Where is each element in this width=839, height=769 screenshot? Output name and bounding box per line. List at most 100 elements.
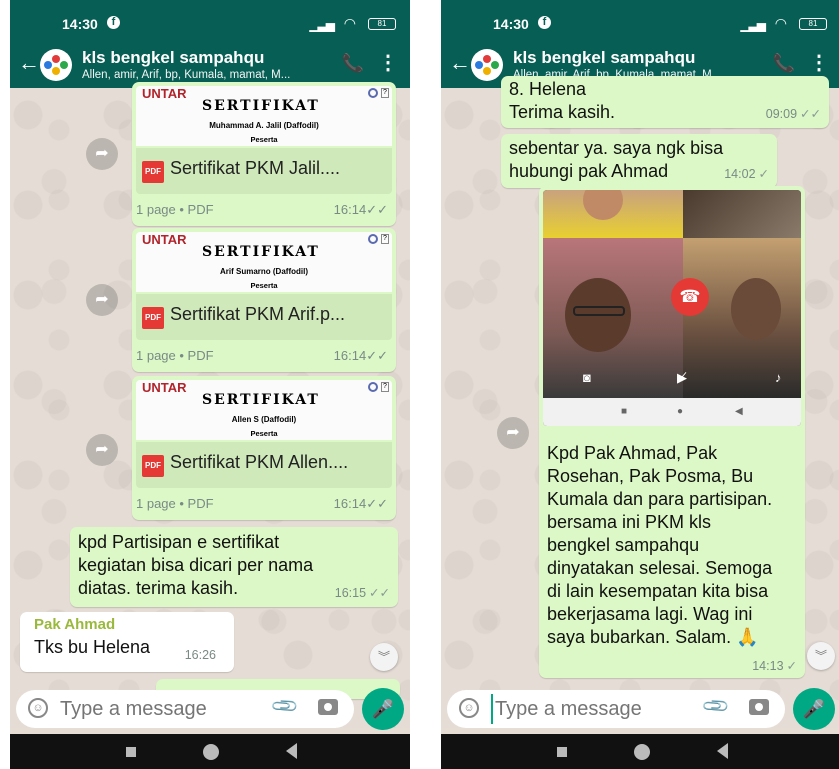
chat-members[interactable]: Allen, amir, Arif, bp, Kumala, mamat, M.… xyxy=(82,69,332,81)
wifi-icon: ◠ xyxy=(343,15,356,31)
recents-button[interactable] xyxy=(126,747,136,757)
chat-header[interactable]: ← kls bengkel sampahqu Allen, amir, Arif… xyxy=(10,40,410,88)
compose-box[interactable]: ☺ 📎 xyxy=(16,690,354,728)
more-vert-icon[interactable]: ⋮ xyxy=(809,50,829,75)
compose-box[interactable]: ☺ 📎 xyxy=(447,690,785,728)
pdf-file-icon: PDF xyxy=(142,161,164,183)
camera-switch-icon: ◙ xyxy=(583,370,591,385)
message-time: 14:02 ✓ xyxy=(724,167,769,181)
facebook-notification-icon: f xyxy=(538,16,551,29)
qr-icon: ? xyxy=(381,382,389,392)
wifi-icon: ◠ xyxy=(774,15,787,31)
seal-icon xyxy=(368,234,378,244)
message-input[interactable] xyxy=(491,694,691,724)
forward-icon[interactable]: ➦ xyxy=(497,417,529,449)
incoming-message[interactable]: Pak Ahmad Tks bu Helena 16:26 xyxy=(20,612,234,672)
signal-icon: ▁▃▅ xyxy=(740,18,766,32)
camera-icon[interactable] xyxy=(749,699,769,715)
left-chat-screen: 14:30 f ▁▃▅ ◠ 81 ← kls bengkel sampahqu … xyxy=(10,0,410,769)
file-line[interactable]: PDF Sertifikat PKM Allen.... xyxy=(136,442,392,488)
caption-line: saya bubarkan. Salam. 🙏 xyxy=(547,627,759,647)
back-button[interactable] xyxy=(717,743,728,759)
certificate-role: Peserta xyxy=(250,281,278,290)
video-tile xyxy=(683,190,801,238)
certificate-name: Allen S (Daffodil) xyxy=(231,415,297,424)
text-message[interactable]: 8. Helena Terima kasih. 09:09 ✓✓ xyxy=(501,76,829,128)
scroll-down-button[interactable]: ︾ xyxy=(370,643,398,671)
message-input[interactable] xyxy=(60,694,260,724)
emoji-icon[interactable]: ☺ xyxy=(459,698,479,718)
untar-logo: UNTAR xyxy=(142,380,187,395)
pdf-thumbnail[interactable]: UNTAR SERTIFIKAT ? Muhammad A. Jalil (Da… xyxy=(136,86,392,146)
mic-icon[interactable]: 🎤 xyxy=(793,688,835,730)
arrow-left-icon[interactable]: ← xyxy=(449,50,471,76)
facebook-notification-icon: f xyxy=(107,16,120,29)
back-button[interactable] xyxy=(286,743,297,759)
group-avatar[interactable] xyxy=(471,49,503,81)
home-button[interactable] xyxy=(634,744,650,760)
forward-icon[interactable]: ➦ xyxy=(86,284,118,316)
system-nav-bar xyxy=(441,734,839,769)
seal-icon xyxy=(368,88,378,98)
home-button[interactable] xyxy=(203,744,219,760)
message-line: kegiatan bisa dicari per nama xyxy=(78,555,314,575)
status-time: 14:30 xyxy=(493,16,529,32)
pdf-message[interactable]: UNTAR SERTIFIKAT ? Muhammad A. Jalil (Da… xyxy=(132,82,396,226)
video-nav-bar: ■ ● ◀ xyxy=(543,398,801,426)
emoji-icon[interactable]: ☺ xyxy=(28,698,48,718)
caption-line: Rosehan, Pak Posma, Bu xyxy=(547,466,754,486)
certificate-name: Muhammad A. Jalil (Daffodil) xyxy=(209,121,319,130)
pdf-file-icon: PDF xyxy=(142,307,164,329)
text-message[interactable]: sebentar ya. saya ngk bisa hubungi pak A… xyxy=(501,134,777,188)
scroll-down-button[interactable]: ︾ xyxy=(807,642,835,670)
sender-name: Pak Ahmad xyxy=(34,616,116,633)
pdf-thumbnail[interactable]: UNTAR SERTIFIKAT ? Arif Sumarno (Daffodi… xyxy=(136,232,392,292)
add-call-icon[interactable]: 📞 xyxy=(342,53,364,74)
pdf-message[interactable]: UNTAR SERTIFIKAT ? Allen S (Daffodil) Pe… xyxy=(132,376,396,520)
compose-bar: ☺ 📎 🎤 xyxy=(441,688,839,730)
file-pages: 1 page • PDF xyxy=(136,496,214,511)
caption-line: di lain kesempatan kita bisa xyxy=(547,581,769,601)
file-line[interactable]: PDF Sertifikat PKM Jalil.... xyxy=(136,148,392,194)
video-call-image[interactable]: ☎ ◙ ▶̸ ♪ ■ ● ◀ xyxy=(543,190,801,426)
pdf-thumbnail[interactable]: UNTAR SERTIFIKAT ? Allen S (Daffodil) Pe… xyxy=(136,380,392,440)
more-vert-icon[interactable]: ⋮ xyxy=(378,50,398,75)
file-line[interactable]: PDF Sertifikat PKM Arif.p... xyxy=(136,294,392,340)
recents-button[interactable] xyxy=(557,747,567,757)
paperclip-icon[interactable]: 📎 xyxy=(269,691,300,722)
chat-title[interactable]: kls bengkel sampahqu xyxy=(82,48,264,68)
group-avatar[interactable] xyxy=(40,49,72,81)
untar-logo: UNTAR xyxy=(142,86,187,101)
battery-icon: 81 xyxy=(368,18,396,30)
image-message[interactable]: ☎ ◙ ▶̸ ♪ ■ ● ◀ Kpd Pak Ahmad, Pak Roseha… xyxy=(539,186,805,678)
file-name: Sertifikat PKM Arif.p... xyxy=(170,304,346,324)
mic-icon[interactable]: 🎤 xyxy=(362,688,404,730)
video-tile xyxy=(683,238,801,398)
forward-icon[interactable]: ➦ xyxy=(86,138,118,170)
caption-line: dinyatakan selesai. Semoga xyxy=(547,558,773,578)
video-off-icon: ▶̸ xyxy=(677,370,687,385)
certificate-role: Peserta xyxy=(250,135,278,144)
text-message[interactable]: kpd Partisipan e sertifikat kegiatan bis… xyxy=(70,527,398,607)
compose-bar: ☺ 📎 🎤 xyxy=(10,688,410,730)
camera-icon[interactable] xyxy=(318,699,338,715)
certificate-heading: SERTIFIKAT xyxy=(202,392,320,408)
home-icon: ● xyxy=(677,406,684,417)
status-bar: 14:30 f ▁▃▅ ◠ 81 xyxy=(10,0,410,40)
message-time: 16:14✓✓ xyxy=(333,496,388,511)
right-chat-screen: 14:30 f ▁▃▅ ◠ 81 ← kls bengkel sampahqu … xyxy=(441,0,839,769)
caption-line: Kumala dan para partisipan. xyxy=(547,489,773,509)
message-time: 14:13 ✓ xyxy=(752,659,797,673)
signal-icon: ▁▃▅ xyxy=(309,18,335,32)
add-call-icon[interactable]: 📞 xyxy=(773,53,795,74)
file-pages: 1 page • PDF xyxy=(136,202,214,217)
paperclip-icon[interactable]: 📎 xyxy=(700,691,731,722)
arrow-left-icon[interactable]: ← xyxy=(18,50,40,76)
message-time: 16:14✓✓ xyxy=(333,348,388,363)
caption-line: bengkel sampahqu xyxy=(547,535,700,555)
forward-icon[interactable]: ➦ xyxy=(86,434,118,466)
mute-icon: ♪ xyxy=(775,370,782,385)
chat-title[interactable]: kls bengkel sampahqu xyxy=(513,48,695,68)
qr-icon: ? xyxy=(381,234,389,244)
pdf-message[interactable]: UNTAR SERTIFIKAT ? Arif Sumarno (Daffodi… xyxy=(132,228,396,372)
